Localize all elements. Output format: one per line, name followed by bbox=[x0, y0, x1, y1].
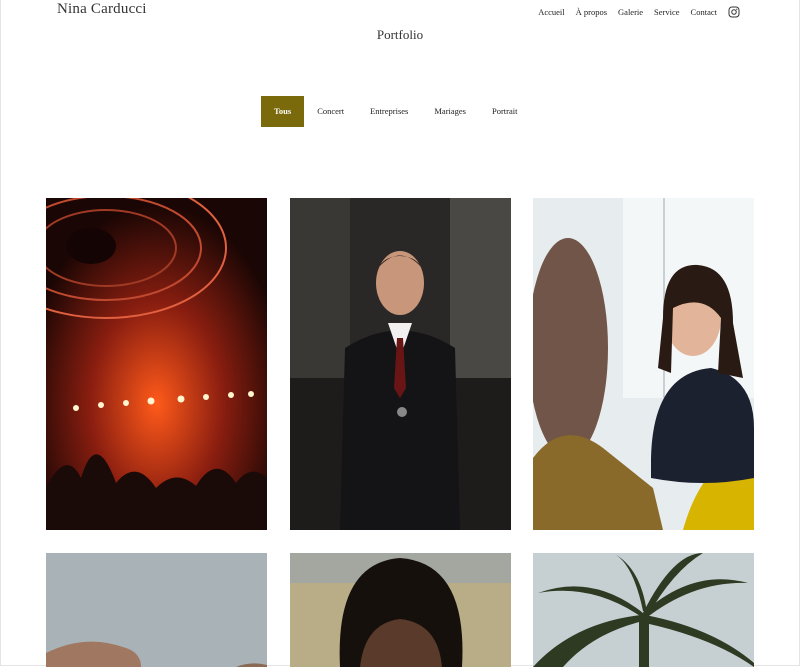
gallery-image-hand-sky[interactable] bbox=[46, 553, 267, 667]
filter-concert[interactable]: Concert bbox=[304, 96, 357, 127]
nav-item-galerie[interactable]: Galerie bbox=[618, 7, 643, 17]
gallery-image-young-man-portrait[interactable] bbox=[290, 553, 511, 667]
gallery-image-businessman[interactable] bbox=[290, 198, 511, 530]
instagram-icon[interactable] bbox=[728, 6, 740, 18]
page-title: Portfolio bbox=[376, 27, 424, 42]
main-nav: Accueil À propos Galerie Service Contact bbox=[527, 6, 740, 18]
nav-item-accueil[interactable]: Accueil bbox=[538, 7, 564, 17]
gallery-image-meeting-woman[interactable] bbox=[533, 198, 754, 530]
nav-item-a-propos[interactable]: À propos bbox=[576, 7, 607, 17]
filter-tous[interactable]: Tous bbox=[261, 96, 305, 127]
site-brand[interactable]: Nina Carducci bbox=[57, 1, 147, 18]
gallery-image-palm-tree[interactable] bbox=[533, 553, 754, 667]
filter-mariages[interactable]: Mariages bbox=[421, 96, 479, 127]
nav-item-service[interactable]: Service bbox=[654, 7, 680, 17]
nav-item-contact[interactable]: Contact bbox=[691, 7, 717, 17]
gallery-image-concert[interactable] bbox=[46, 198, 267, 530]
gallery-filter-bar: Tous Concert Entreprises Mariages Portra… bbox=[261, 96, 531, 127]
filter-portrait[interactable]: Portrait bbox=[479, 96, 531, 127]
filter-entreprises[interactable]: Entreprises bbox=[357, 96, 421, 127]
